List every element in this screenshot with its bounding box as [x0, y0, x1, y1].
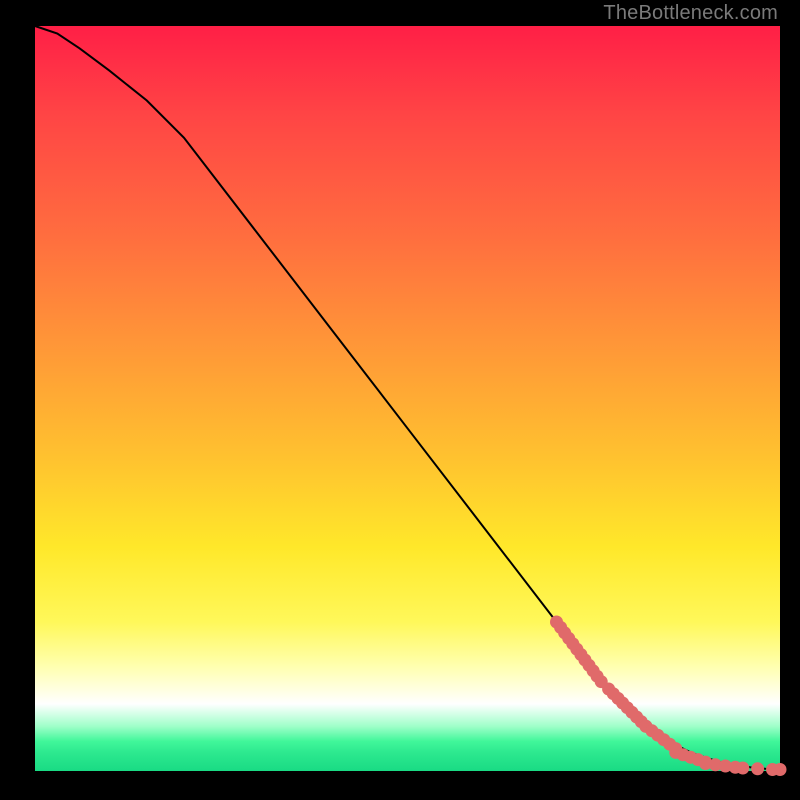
chart-svg [35, 26, 780, 771]
data-marker [751, 762, 764, 775]
data-marker [774, 763, 787, 776]
chart-canvas: TheBottleneck.com [0, 0, 800, 800]
attribution-text: TheBottleneck.com [603, 2, 778, 25]
plot-area [35, 26, 780, 771]
data-marker [736, 762, 749, 775]
curve-path [35, 26, 780, 770]
marker-group [550, 616, 787, 777]
